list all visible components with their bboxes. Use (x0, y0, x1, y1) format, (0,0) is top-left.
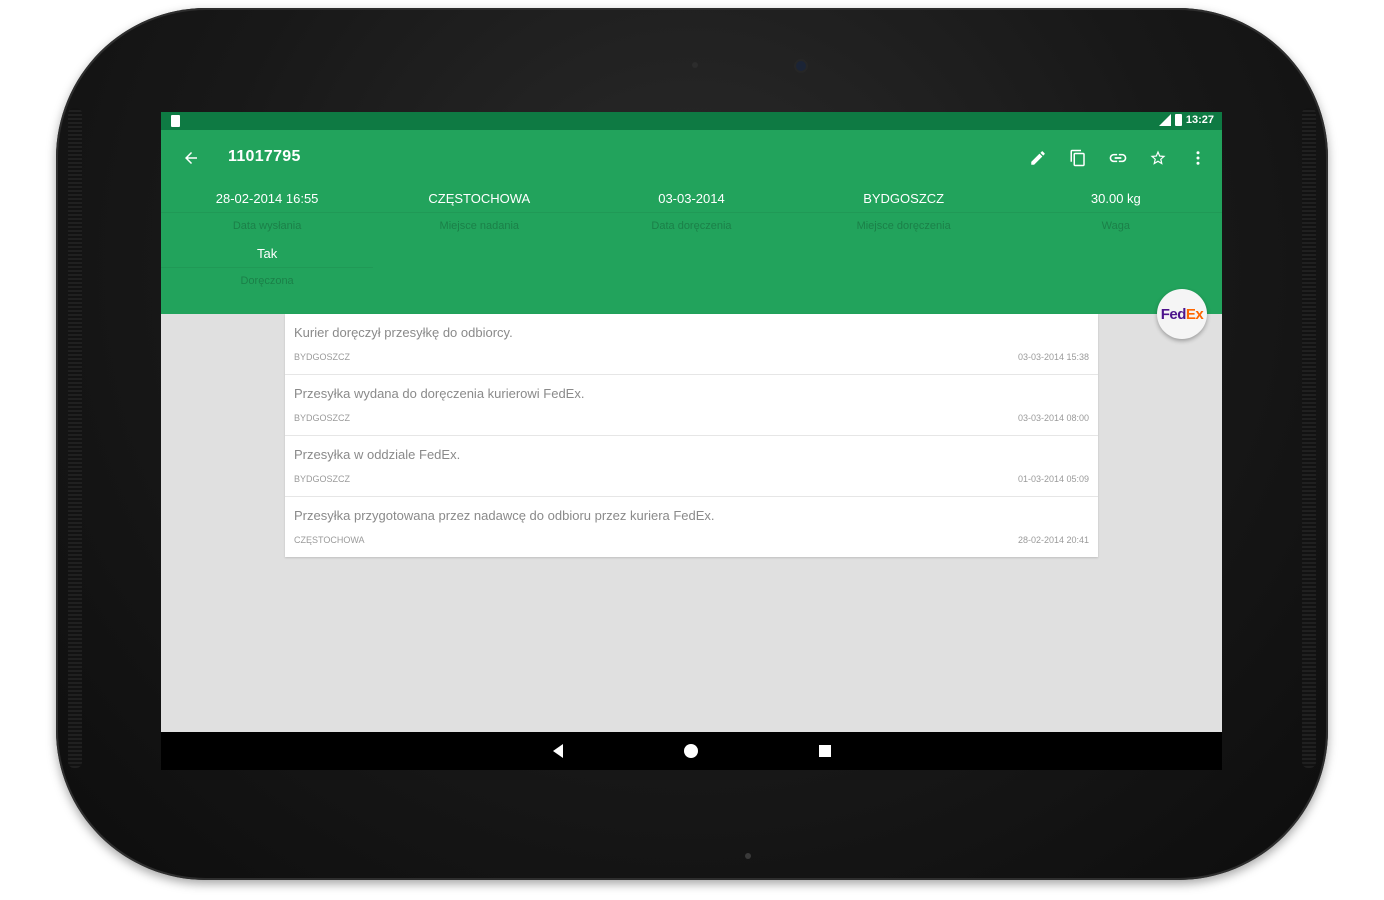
signal-icon (1158, 114, 1171, 126)
event-time: 01-03-2014 05:09 (1017, 474, 1089, 484)
proximity-sensor (692, 62, 698, 68)
list-item[interactable]: Przesyłka przygotowana przez nadawcę do … (285, 497, 1098, 557)
copy-icon[interactable] (1064, 144, 1092, 172)
detail-destination: BYDGOSZCZ Miejsce doręczenia (797, 186, 1010, 241)
speaker-left (68, 108, 82, 768)
page-title: 11017795 (228, 148, 301, 165)
detail-weight: 30.00 kg Waga (1009, 186, 1222, 241)
detail-value: BYDGOSZCZ (797, 186, 1010, 213)
front-camera (796, 61, 806, 71)
detail-value: 30.00 kg (1009, 186, 1222, 213)
nav-recents-icon[interactable] (819, 745, 831, 757)
status-time: 13:27 (1185, 114, 1214, 126)
link-icon[interactable] (1104, 144, 1132, 172)
edit-icon[interactable] (1024, 144, 1052, 172)
event-description: Przesyłka przygotowana przez nadawcę do … (294, 508, 715, 523)
list-item[interactable]: Przesyłka w oddziale FedEx. BYDGOSZCZ 01… (285, 436, 1098, 497)
detail-label: Miejsce doręczenia (856, 220, 951, 232)
detail-sent-date: 28-02-2014 16:55 Data wysłania (161, 186, 374, 241)
microphone (745, 853, 751, 859)
detail-label: Data doręczenia (651, 220, 732, 232)
event-description: Kurier doręczył przesyłkę do odbiorcy. (294, 325, 513, 340)
more-vert-icon[interactable] (1184, 144, 1212, 172)
detail-value: Tak (161, 241, 374, 268)
details-row: 28-02-2014 16:55 Data wysłania CZĘSTOCHO… (161, 186, 1222, 241)
toolbar: 11017795 (161, 130, 1222, 186)
event-time: 03-03-2014 08:00 (1017, 413, 1089, 423)
shipment-details: 28-02-2014 16:55 Data wysłania CZĘSTOCHO… (161, 186, 1222, 296)
event-place: BYDGOSZCZ (294, 413, 351, 423)
list-item[interactable]: Kurier doręczył przesyłkę do odbiorcy. B… (285, 314, 1098, 375)
event-description: Przesyłka w oddziale FedEx. (294, 447, 461, 462)
detail-label: Doręczona (240, 275, 294, 287)
event-time: 03-03-2014 15:38 (1017, 352, 1089, 362)
tracking-events-list: Kurier doręczył przesyłkę do odbiorcy. B… (285, 314, 1098, 557)
event-place: BYDGOSZCZ (294, 352, 351, 362)
detail-value: 03-03-2014 (585, 186, 798, 213)
detail-label: Miejsce nadania (439, 220, 520, 232)
star-icon[interactable] (1144, 144, 1172, 172)
event-description: Przesyłka wydana do doręczenia kurierowi… (294, 386, 585, 401)
detail-label: Waga (1101, 220, 1130, 232)
detail-origin: CZĘSTOCHOWA Miejsce nadania (373, 186, 586, 241)
event-place: CZĘSTOCHOWA (294, 535, 365, 545)
detail-delivered: Tak Doręczona (161, 241, 374, 296)
detail-value: 28-02-2014 16:55 (161, 186, 374, 213)
nav-back-icon[interactable] (553, 744, 563, 758)
detail-label: Data wysłania (232, 220, 302, 232)
nav-home-icon[interactable] (684, 744, 698, 758)
detail-value: CZĘSTOCHOWA (373, 186, 586, 213)
event-time: 28-02-2014 20:41 (1017, 535, 1089, 545)
navigation-bar (161, 732, 1222, 770)
list-item[interactable]: Przesyłka wydana do doręczenia kurierowi… (285, 375, 1098, 436)
detail-delivery-date: 03-03-2014 Data doręczenia (585, 186, 798, 241)
sd-card-icon (171, 115, 180, 127)
details-row: Tak Doręczona (161, 241, 1222, 296)
back-arrow-icon[interactable] (177, 144, 205, 172)
event-place: BYDGOSZCZ (294, 474, 351, 484)
app-bar: 11017795 28-02-2014 16:55 Data wysłania … (161, 130, 1222, 314)
screen: 13:27 11017795 28-02-2014 16:55 Data wys… (161, 112, 1222, 770)
speaker-right (1302, 108, 1316, 768)
logo-part: Ex (1185, 305, 1204, 323)
carrier-logo[interactable]: Fed Ex (1157, 289, 1207, 339)
status-bar: 13:27 (161, 112, 1222, 130)
logo-part: Fed (1160, 305, 1187, 323)
battery-icon (1174, 114, 1182, 126)
